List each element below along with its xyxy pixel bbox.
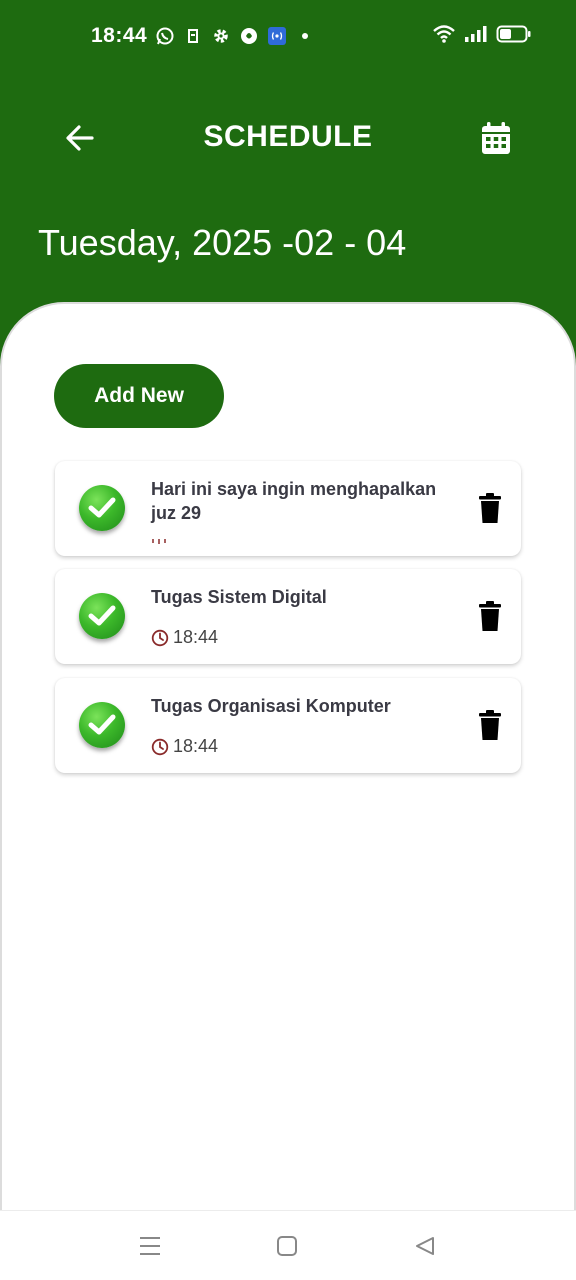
system-navigation-bar [0,1210,576,1280]
whatsapp-icon [155,26,175,46]
task-time-clipped [151,539,171,545]
battery-icon [496,24,532,49]
status-bar: 18:44 [0,0,576,72]
status-system-icons [432,24,532,48]
delete-icon[interactable] [475,491,505,525]
home-button[interactable] [272,1231,302,1261]
wifi-icon [432,24,456,49]
signal-icon [464,25,488,48]
app-bar: SCHEDULE [0,100,576,176]
calendar-button[interactable] [472,114,520,162]
task-card[interactable]: Hari ini saya ingin menghapalkan juz 29 [55,461,521,556]
calendar-icon [482,122,510,154]
task-time: 18:44 [151,627,218,648]
clock-icon [151,738,169,756]
menu-icon [140,1237,160,1255]
back-nav-button[interactable] [410,1231,440,1261]
task-title: Tugas Sistem Digital [151,587,327,607]
status-notification-icons [155,24,315,48]
recent-apps-button[interactable] [135,1231,165,1261]
dot-icon [295,26,315,46]
home-icon [277,1236,297,1256]
delete-icon[interactable] [475,599,505,633]
task-title: Tugas Organisasi Komputer [151,696,391,716]
task-time-text: 18:44 [173,736,219,756]
task-card[interactable]: Tugas Organisasi Komputer 18:44 [55,678,521,773]
check-icon[interactable] [79,593,125,639]
clock-icon [151,629,169,647]
task-card[interactable]: Tugas Sistem Digital 18:44 [55,569,521,664]
delete-icon[interactable] [475,708,505,742]
check-icon[interactable] [79,702,125,748]
notification-icon [183,26,203,46]
check-icon[interactable] [79,485,125,531]
back-icon [416,1237,434,1255]
app-icon [239,26,259,46]
status-time: 18:44 [91,24,148,47]
add-new-button[interactable]: Add New [54,364,224,428]
task-time-text: 18:44 [173,627,219,647]
task-title: Hari ini saya ingin menghapalkan juz 29 [151,479,437,523]
selected-date: Tuesday, 2025 -02 - 04 [38,222,407,263]
hotspot-icon [267,26,287,46]
gear-icon [211,26,231,46]
task-time: 18:44 [151,736,218,757]
